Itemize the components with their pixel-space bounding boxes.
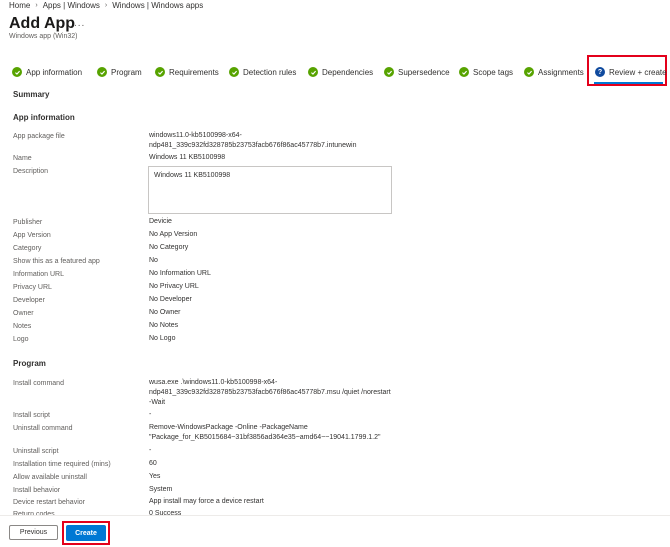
field-value: System: [149, 486, 173, 493]
checkmark-icon: [155, 67, 165, 77]
field-label: Uninstall script: [13, 448, 59, 455]
breadcrumb-home[interactable]: Home: [9, 1, 30, 10]
field-value: No Privacy URL: [149, 283, 199, 290]
checkmark-icon: [384, 67, 394, 77]
field-label: Installation time required (mins): [13, 461, 111, 468]
value-line: windows11.0-kb5100998-x64-: [149, 132, 242, 139]
checkmark-icon: [308, 67, 318, 77]
summary-heading: Summary: [13, 90, 50, 99]
field-label: Owner: [13, 310, 34, 317]
chevron-right-icon: ›: [35, 2, 38, 9]
field-label: Logo: [13, 336, 29, 343]
tab-program[interactable]: Program: [97, 67, 142, 77]
tab-review-create[interactable]: ? Review + create: [595, 67, 667, 77]
field-value: No Owner: [149, 309, 181, 316]
checkmark-icon: [229, 67, 239, 77]
tab-label: Detection rules: [243, 67, 297, 77]
field-value: Yes: [149, 473, 161, 480]
wizard-tabs: App information Program Requirements Det…: [0, 55, 670, 87]
field-value: -: [149, 411, 152, 418]
tab-label: Requirements: [169, 67, 219, 77]
checkmark-icon: [97, 67, 107, 77]
checkmark-icon: [524, 67, 534, 77]
page-subtitle: Windows app (Win32): [9, 33, 78, 40]
page-title: Add App: [9, 15, 76, 32]
tab-label: Program: [111, 67, 142, 77]
footer-divider: [0, 515, 670, 516]
field-value: Devicie: [149, 218, 172, 225]
checkmark-icon: [12, 67, 22, 77]
field-value: wusa.exe .\windows11.0-kb5100998-x64- nd…: [149, 378, 391, 408]
previous-button[interactable]: Previous: [9, 525, 58, 540]
create-button[interactable]: Create: [66, 525, 106, 541]
field-value: 60: [149, 460, 157, 467]
field-label: Information URL: [13, 271, 64, 278]
field-label: Install script: [13, 412, 50, 419]
tab-label: Assignments: [538, 67, 584, 77]
field-label: Notes: [13, 323, 32, 330]
description-box: Windows 11 KB5100998: [148, 166, 392, 214]
field-value: No Logo: [149, 335, 176, 342]
tab-app-information[interactable]: App information: [12, 67, 82, 77]
value-line: Remove-WindowsPackage -Online -PackageNa…: [149, 424, 308, 431]
field-value: No Developer: [149, 296, 192, 303]
breadcrumb-apps-windows[interactable]: Apps | Windows: [43, 1, 100, 10]
field-value: No Information URL: [149, 270, 211, 277]
tab-label: App information: [26, 67, 83, 77]
tab-label: Scope tags: [473, 67, 514, 77]
tab-label: Review + create: [609, 67, 667, 77]
value-line: ndp481_339c932fd328785b23753facb676f86ac…: [149, 389, 391, 396]
more-options-icon[interactable]: ...: [74, 18, 85, 29]
field-label: Description: [13, 168, 49, 175]
tab-scope-tags[interactable]: Scope tags: [459, 67, 513, 77]
field-label: Device restart behavior: [13, 499, 85, 506]
breadcrumb-windows-apps[interactable]: Windows | Windows apps: [112, 1, 203, 10]
field-label: Install command: [13, 380, 64, 387]
field-label: Install behavior: [13, 487, 61, 494]
tab-requirements[interactable]: Requirements: [155, 67, 219, 77]
field-value: No: [149, 257, 158, 264]
app-information-heading: App information: [13, 113, 75, 122]
value-line: wusa.exe .\windows11.0-kb5100998-x64-: [149, 379, 278, 386]
field-value: Windows 11 KB5100998: [149, 154, 226, 161]
tab-detection-rules[interactable]: Detection rules: [229, 67, 296, 77]
tab-label: Dependencies: [322, 67, 374, 77]
field-label: Developer: [13, 297, 45, 304]
active-tab-underline: [594, 82, 663, 84]
value-line: ndp481_339c932fd328785b23753facb676f86ac…: [149, 142, 357, 149]
field-value: Remove-WindowsPackage -Online -PackageNa…: [149, 423, 381, 443]
question-icon: ?: [595, 67, 605, 77]
program-heading: Program: [13, 359, 46, 368]
field-value: No Category: [149, 244, 189, 251]
field-label: App Version: [13, 232, 51, 239]
field-label: Name: [13, 155, 32, 162]
chevron-right-icon: ›: [104, 2, 108, 9]
field-value: No Notes: [149, 322, 179, 329]
checkmark-icon: [459, 67, 469, 77]
field-label: Privacy URL: [13, 284, 52, 291]
field-label: Category: [13, 245, 42, 252]
field-value: App install may force a device restart: [149, 498, 264, 505]
field-label: Allow available uninstall: [13, 474, 87, 481]
field-label: Publisher: [13, 219, 43, 226]
value-line: "Package_for_KB5015684~31bf3856ad364e35~…: [149, 434, 381, 441]
field-label: App package file: [13, 133, 65, 140]
field-value: windows11.0-kb5100998-x64- ndp481_339c93…: [149, 131, 356, 151]
field-value: No App Version: [149, 231, 198, 238]
tab-label: Supersedence: [398, 67, 450, 77]
field-value: -: [149, 447, 152, 454]
breadcrumb: Home › Apps | Windows › Windows | Window…: [9, 1, 203, 10]
field-label: Show this as a featured app: [13, 258, 100, 265]
tab-dependencies[interactable]: Dependencies: [308, 67, 373, 77]
tab-assignments[interactable]: Assignments: [524, 67, 584, 77]
field-label: Uninstall command: [13, 425, 73, 432]
value-line: -Wait: [149, 399, 166, 406]
tab-supersedence[interactable]: Supersedence: [384, 67, 450, 77]
